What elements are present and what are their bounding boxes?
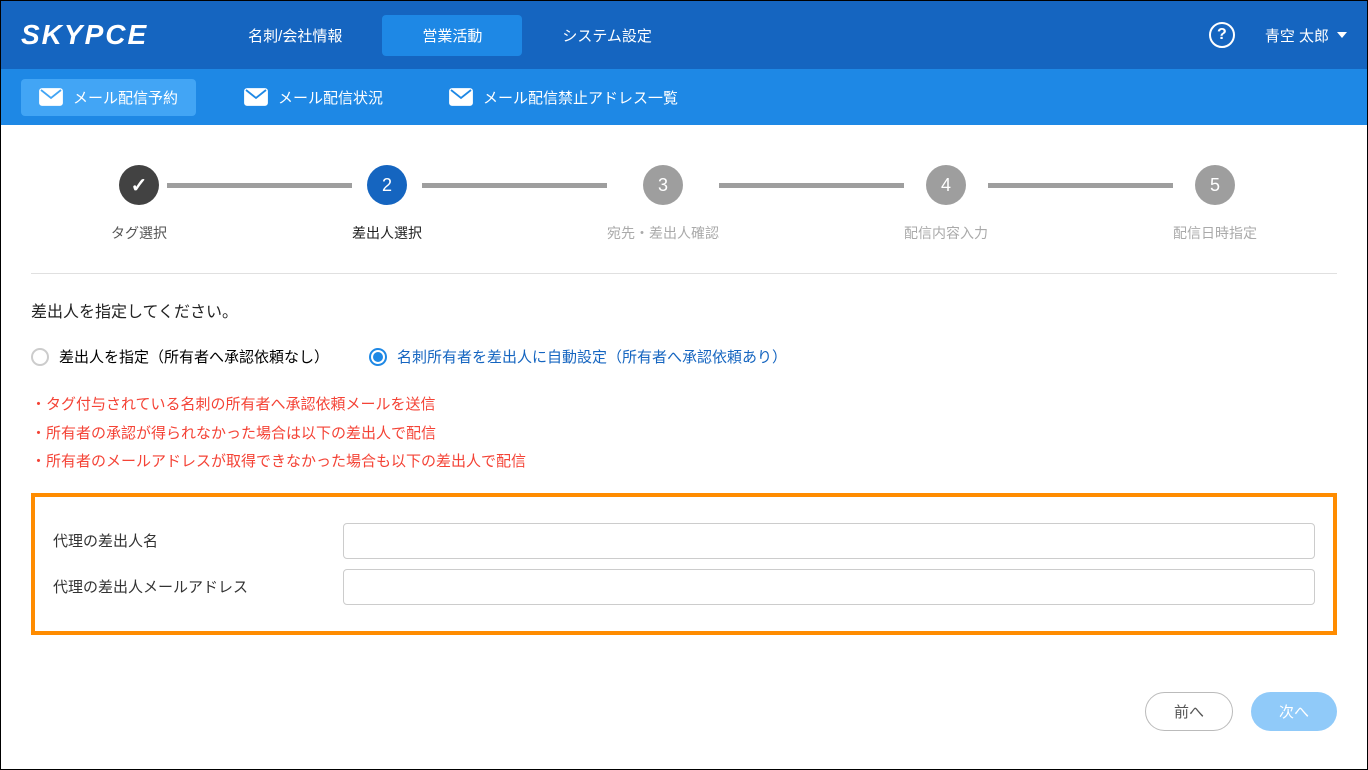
footer-buttons: 前へ 次へ (1145, 692, 1337, 731)
proxy-sender-box: 代理の差出人名 代理の差出人メールアドレス (31, 493, 1337, 635)
proxy-sender-email-label: 代理の差出人メールアドレス (53, 576, 323, 597)
note-line-3: ・所有者のメールアドレスが取得できなかった場合も以下の差出人で配信 (31, 448, 1337, 477)
step-2-circle: 2 (367, 165, 407, 205)
sub-nav-mail-reservation[interactable]: メール配信予約 (21, 79, 196, 116)
chevron-down-icon (1337, 32, 1347, 38)
radio-label: 名刺所有者を差出人に自動設定（所有者へ承認依頼あり） (397, 346, 787, 367)
logo: SKYPCE (21, 19, 148, 51)
step-line (719, 183, 904, 188)
step-3-label: 宛先・差出人確認 (607, 223, 719, 243)
mail-block-icon (449, 88, 473, 106)
step-4: 4 配信内容入力 (904, 165, 988, 243)
next-button[interactable]: 次へ (1251, 692, 1337, 731)
nav-tab-cards[interactable]: 名刺/会社情報 (208, 15, 382, 56)
step-line (167, 183, 352, 188)
step-5: 5 配信日時指定 (1173, 165, 1257, 243)
sub-nav: メール配信予約 メール配信状況 メール配信禁止アドレス一覧 (1, 69, 1367, 125)
step-line (988, 183, 1173, 188)
radio-icon (31, 348, 49, 366)
sub-nav-mail-status[interactable]: メール配信状況 (226, 79, 401, 116)
step-4-label: 配信内容入力 (904, 223, 988, 243)
sub-nav-label: メール配信状況 (278, 87, 383, 108)
content: タグ選択 2 差出人選択 3 宛先・差出人確認 4 配信内容入力 5 配信日時指… (1, 125, 1367, 635)
mail-status-icon (244, 88, 268, 106)
step-1-label: タグ選択 (111, 223, 167, 243)
step-5-circle: 5 (1195, 165, 1235, 205)
radio-icon (369, 348, 387, 366)
header: SKYPCE 名刺/会社情報 営業活動 システム設定 ? 青空 太郎 (1, 1, 1367, 69)
form-row-sender-name: 代理の差出人名 (53, 523, 1315, 559)
step-2[interactable]: 2 差出人選択 (352, 165, 422, 243)
form-row-sender-email: 代理の差出人メールアドレス (53, 569, 1315, 605)
instruction-text: 差出人を指定してください。 (31, 298, 1337, 322)
proxy-sender-name-input[interactable] (343, 523, 1315, 559)
nav-tabs: 名刺/会社情報 営業活動 システム設定 (208, 15, 692, 56)
user-menu[interactable]: 青空 太郎 (1265, 25, 1347, 46)
proxy-sender-email-input[interactable] (343, 569, 1315, 605)
prev-button[interactable]: 前へ (1145, 692, 1233, 731)
radio-group: 差出人を指定（所有者へ承認依頼なし） 名刺所有者を差出人に自動設定（所有者へ承認… (31, 346, 1337, 367)
sub-nav-label: メール配信予約 (73, 87, 178, 108)
sub-nav-label: メール配信禁止アドレス一覧 (483, 87, 678, 108)
notes: ・タグ付与されている名刺の所有者へ承認依頼メールを送信 ・所有者の承認が得られな… (31, 391, 1337, 477)
sub-nav-mail-blocklist[interactable]: メール配信禁止アドレス一覧 (431, 79, 696, 116)
help-icon[interactable]: ? (1209, 22, 1235, 48)
step-1-circle (119, 165, 159, 205)
proxy-sender-name-label: 代理の差出人名 (53, 530, 323, 551)
nav-tab-system[interactable]: システム設定 (522, 15, 692, 56)
step-2-label: 差出人選択 (352, 223, 422, 243)
radio-specify-sender[interactable]: 差出人を指定（所有者へ承認依頼なし） (31, 346, 329, 367)
step-1[interactable]: タグ選択 (111, 165, 167, 243)
user-name-label: 青空 太郎 (1265, 25, 1329, 46)
note-line-1: ・タグ付与されている名刺の所有者へ承認依頼メールを送信 (31, 391, 1337, 420)
step-3-circle: 3 (643, 165, 683, 205)
radio-label: 差出人を指定（所有者へ承認依頼なし） (59, 346, 329, 367)
note-line-2: ・所有者の承認が得られなかった場合は以下の差出人で配信 (31, 420, 1337, 449)
step-5-label: 配信日時指定 (1173, 223, 1257, 243)
mail-schedule-icon (39, 88, 63, 106)
step-3: 3 宛先・差出人確認 (607, 165, 719, 243)
step-line (422, 183, 607, 188)
radio-auto-sender[interactable]: 名刺所有者を差出人に自動設定（所有者へ承認依頼あり） (369, 346, 787, 367)
header-right: ? 青空 太郎 (1209, 22, 1347, 48)
stepper: タグ選択 2 差出人選択 3 宛先・差出人確認 4 配信内容入力 5 配信日時指… (31, 155, 1337, 274)
step-4-circle: 4 (926, 165, 966, 205)
nav-tab-sales[interactable]: 営業活動 (382, 15, 522, 56)
